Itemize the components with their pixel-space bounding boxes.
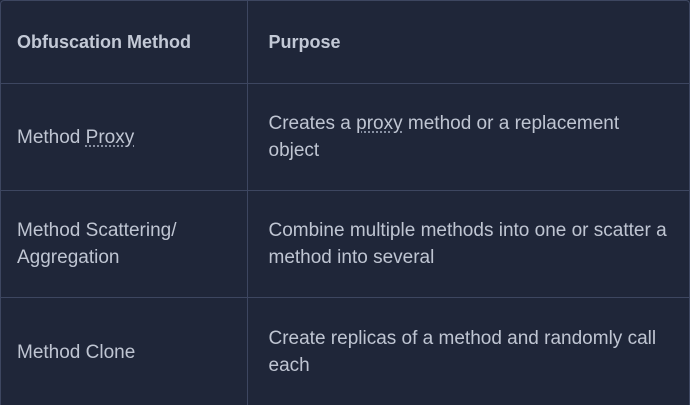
obfuscation-table: Obfuscation Method Purpose Method Proxy … <box>0 0 690 405</box>
proxy-abbreviation[interactable]: Proxy <box>86 127 135 148</box>
table-row: Method Clone Create replicas of a method… <box>1 297 689 405</box>
purpose-text: Creates a <box>268 113 357 134</box>
method-cell: Method Proxy <box>1 83 247 191</box>
method-cell: Method Clone <box>17 341 136 363</box>
table-row: Method Scattering/ Aggregation Combine m… <box>1 190 689 298</box>
proxy-abbreviation[interactable]: proxy <box>356 113 402 134</box>
purpose-cell: Creates a proxy method or a replacement … <box>246 83 689 191</box>
table-row: Method Proxy Creates a proxy method or a… <box>1 83 689 191</box>
purpose-cell: Create replicas of a method and randomly… <box>246 297 689 405</box>
header-purpose: Purpose <box>246 1 689 84</box>
header-obfuscation-method: Obfuscation Method <box>1 1 247 84</box>
method-cell: Method Scattering/ Aggregation <box>1 190 247 298</box>
method-text: Method <box>17 126 86 148</box>
table-header-row: Obfuscation Method Purpose <box>1 1 689 84</box>
purpose-cell: Combine multiple methods into one or sca… <box>246 190 689 298</box>
obfuscation-methods-table: Obfuscation Method Purpose Method Proxy … <box>1 1 689 405</box>
